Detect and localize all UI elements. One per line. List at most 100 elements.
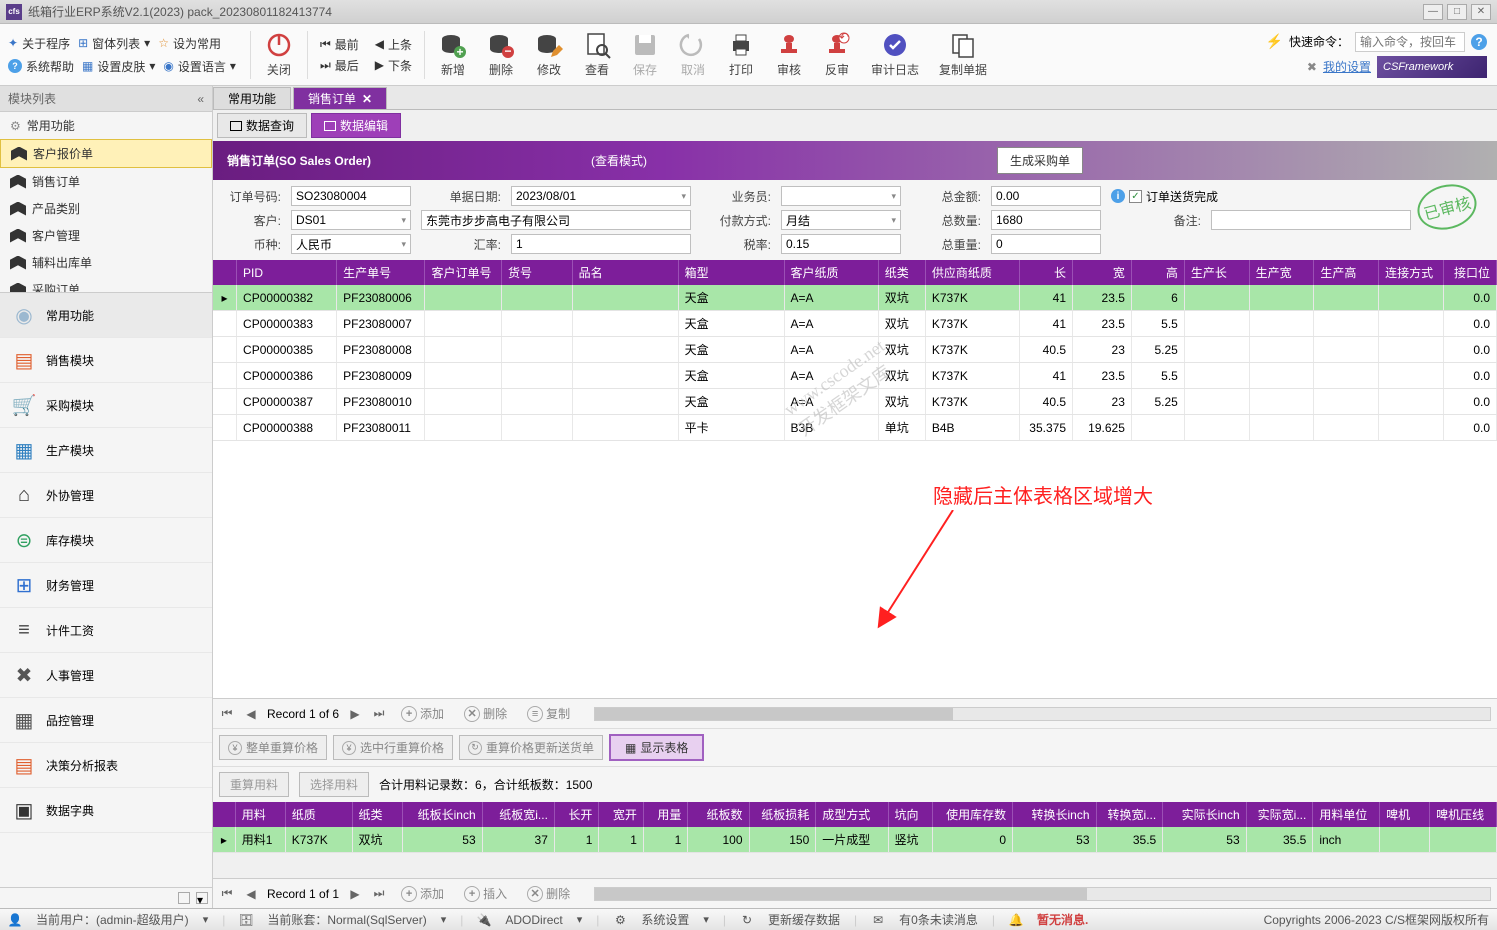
status-ado[interactable]: ADODirect (505, 913, 562, 927)
help-icon[interactable]: ? (1471, 34, 1487, 50)
subtab[interactable]: 数据查询 (217, 113, 307, 138)
input-tax[interactable] (781, 234, 901, 254)
input-order-date[interactable]: 2023/08/01 (511, 186, 691, 206)
quick-cmd-input[interactable] (1355, 32, 1465, 52)
sub-add-button[interactable]: +添加 (395, 883, 450, 904)
material-grid[interactable]: 用料纸质纸类纸板长inch纸板宽i...长开宽开用量纸板数纸板损耗成型方式坑向使… (213, 802, 1497, 878)
input-order-no[interactable] (291, 186, 411, 206)
module-item[interactable]: 🛒采购模块 (0, 383, 212, 428)
module-item[interactable]: ≡计件工资 (0, 608, 212, 653)
stamp-red-button[interactable]: 审核 (765, 24, 813, 85)
nav-next[interactable]: ▶ 下条 (375, 57, 412, 74)
module-item[interactable]: ⊞财务管理 (0, 563, 212, 608)
system-help-link[interactable]: ?系统帮助 (4, 56, 78, 77)
input-rate[interactable] (511, 234, 691, 254)
select-material-button[interactable]: 选择用料 (299, 772, 369, 797)
input-weight[interactable] (991, 234, 1101, 254)
close-tab-button[interactable]: 关闭 (255, 24, 303, 85)
set-language-link[interactable]: ◉设置语言 ▾ (159, 56, 240, 77)
checkbox-delivery-done[interactable]: ✓ (1129, 190, 1142, 203)
table-row[interactable]: CP00000388PF23080011平卡B3B单坑B4B35.37519.6… (213, 415, 1497, 441)
tab[interactable]: 常用功能 (213, 87, 291, 109)
module-item[interactable]: ⌂外协管理 (0, 473, 212, 518)
recalc-all-button[interactable]: ¥整单重算价格 (219, 735, 327, 760)
status-sys[interactable]: 系统设置 (641, 911, 689, 928)
sidebar-item[interactable]: 辅料出库单 (0, 249, 212, 276)
nav-prev[interactable]: ◀ 上条 (375, 36, 412, 53)
module-item[interactable]: ◉常用功能 (0, 293, 212, 338)
my-settings-link[interactable]: 我的设置 (1323, 58, 1371, 75)
input-customer[interactable]: DS01 (291, 210, 411, 230)
copy-row-button[interactable]: ≡复制 (521, 703, 576, 724)
stamp-undo-button[interactable]: ↶反审 (813, 24, 861, 85)
recalc-material-button[interactable]: 重算用料 (219, 772, 289, 797)
add-row-button[interactable]: +添加 (395, 703, 450, 724)
tab[interactable]: 销售订单✕ (293, 87, 387, 109)
module-item[interactable]: ▦品控管理 (0, 698, 212, 743)
recalc-update-button[interactable]: ↻重算价格更新送货单 (459, 735, 603, 760)
minimize-button[interactable]: — (1423, 4, 1443, 20)
input-customer-name[interactable] (421, 210, 691, 230)
db-add-button[interactable]: +新增 (429, 24, 477, 85)
copy-button[interactable]: 复制单据 (929, 24, 997, 85)
tab-close-icon[interactable]: ✕ (362, 92, 372, 106)
sidebar-item[interactable]: 客户报价单 (0, 139, 212, 168)
module-item[interactable]: ✖人事管理 (0, 653, 212, 698)
input-sales[interactable] (781, 186, 901, 206)
nav-first[interactable]: ⏮ 最前 (320, 36, 359, 53)
table-row[interactable]: CP00000386PF23080009天盒A=A双坑K737K4123.55.… (213, 363, 1497, 389)
module-item[interactable]: ⊜库存模块 (0, 518, 212, 563)
nav-last-btn[interactable]: ⏭ (371, 706, 387, 722)
sidebar-opt-1[interactable] (178, 892, 190, 904)
db-edit-button[interactable]: 修改 (525, 24, 573, 85)
set-favorite-link[interactable]: ☆设为常用 (154, 33, 225, 54)
sub-nav-prev[interactable]: ◀ (243, 886, 259, 902)
sidebar-opt-2[interactable]: ▾ (196, 892, 208, 904)
collapse-icon[interactable]: « (197, 92, 204, 106)
table-row[interactable]: ▸CP00000382PF23080006天盒A=A双坑K737K4123.56… (213, 285, 1497, 311)
h-scrollbar[interactable] (594, 707, 1491, 721)
recalc-sel-button[interactable]: ¥选中行重算价格 (333, 735, 453, 760)
window-list-link[interactable]: ⊞窗体列表 ▾ (74, 33, 154, 54)
status-unread[interactable]: 有0条未读消息 (899, 911, 978, 928)
nav-prev-btn[interactable]: ◀ (243, 706, 259, 722)
show-table-button[interactable]: ▦ 显示表格 (609, 734, 704, 761)
input-pay[interactable]: 月结 (781, 210, 901, 230)
sub-nav-next[interactable]: ▶ (347, 886, 363, 902)
module-item[interactable]: ▤决策分析报表 (0, 743, 212, 788)
sub-insert-button[interactable]: +插入 (458, 883, 513, 904)
set-skin-link[interactable]: ▦设置皮肤 ▾ (78, 56, 159, 77)
sidebar-item[interactable]: 销售订单 (0, 168, 212, 195)
sidebar-item[interactable]: 客户管理 (0, 222, 212, 249)
table-row[interactable]: CP00000383PF23080007天盒A=A双坑K737K4123.55.… (213, 311, 1497, 337)
nav-next-btn[interactable]: ▶ (347, 706, 363, 722)
sub-nav-last[interactable]: ⏭ (371, 886, 387, 902)
audit-button[interactable]: 审计日志 (861, 24, 929, 85)
input-qty[interactable] (991, 210, 1101, 230)
sidebar-item[interactable]: ⚙常用功能 (0, 112, 212, 139)
about-link[interactable]: ✦关于程序 (4, 33, 74, 54)
subtab[interactable]: 数据编辑 (311, 113, 401, 138)
sub-h-scrollbar[interactable] (594, 887, 1491, 901)
sidebar-item[interactable]: 产品类别 (0, 195, 212, 222)
main-grid[interactable]: PID生产单号客户订单号货号品名箱型客户纸质纸类供应商纸质长宽高生产长生产宽生产… (213, 260, 1497, 698)
table-row[interactable]: ▸用料1K737K双坑5337111100150一片成型竖坑05335.5533… (213, 827, 1497, 853)
doc-search-button[interactable]: 查看 (573, 24, 621, 85)
module-item[interactable]: ▦生产模块 (0, 428, 212, 473)
input-currency[interactable]: 人民币 (291, 234, 411, 254)
sub-nav-first[interactable]: ⏮ (219, 886, 235, 902)
nav-first-btn[interactable]: ⏮ (219, 706, 235, 722)
nav-last[interactable]: ⏭ 最后 (320, 57, 359, 74)
del-row-button[interactable]: ✕删除 (458, 703, 513, 724)
module-item[interactable]: ▣数据字典 (0, 788, 212, 833)
module-item[interactable]: ▤销售模块 (0, 338, 212, 383)
sub-del-button[interactable]: ✕删除 (521, 883, 576, 904)
status-refresh[interactable]: 更新缓存数据 (768, 911, 840, 928)
table-row[interactable]: CP00000387PF23080010天盒A=A双坑K737K40.5235.… (213, 389, 1497, 415)
table-row[interactable]: CP00000385PF23080008天盒A=A双坑K737K40.5235.… (213, 337, 1497, 363)
input-remark[interactable] (1211, 210, 1411, 230)
sidebar-item[interactable]: 采购订单 (0, 276, 212, 292)
generate-po-button[interactable]: 生成采购单 (997, 147, 1083, 174)
db-del-button[interactable]: −删除 (477, 24, 525, 85)
maximize-button[interactable]: □ (1447, 4, 1467, 20)
